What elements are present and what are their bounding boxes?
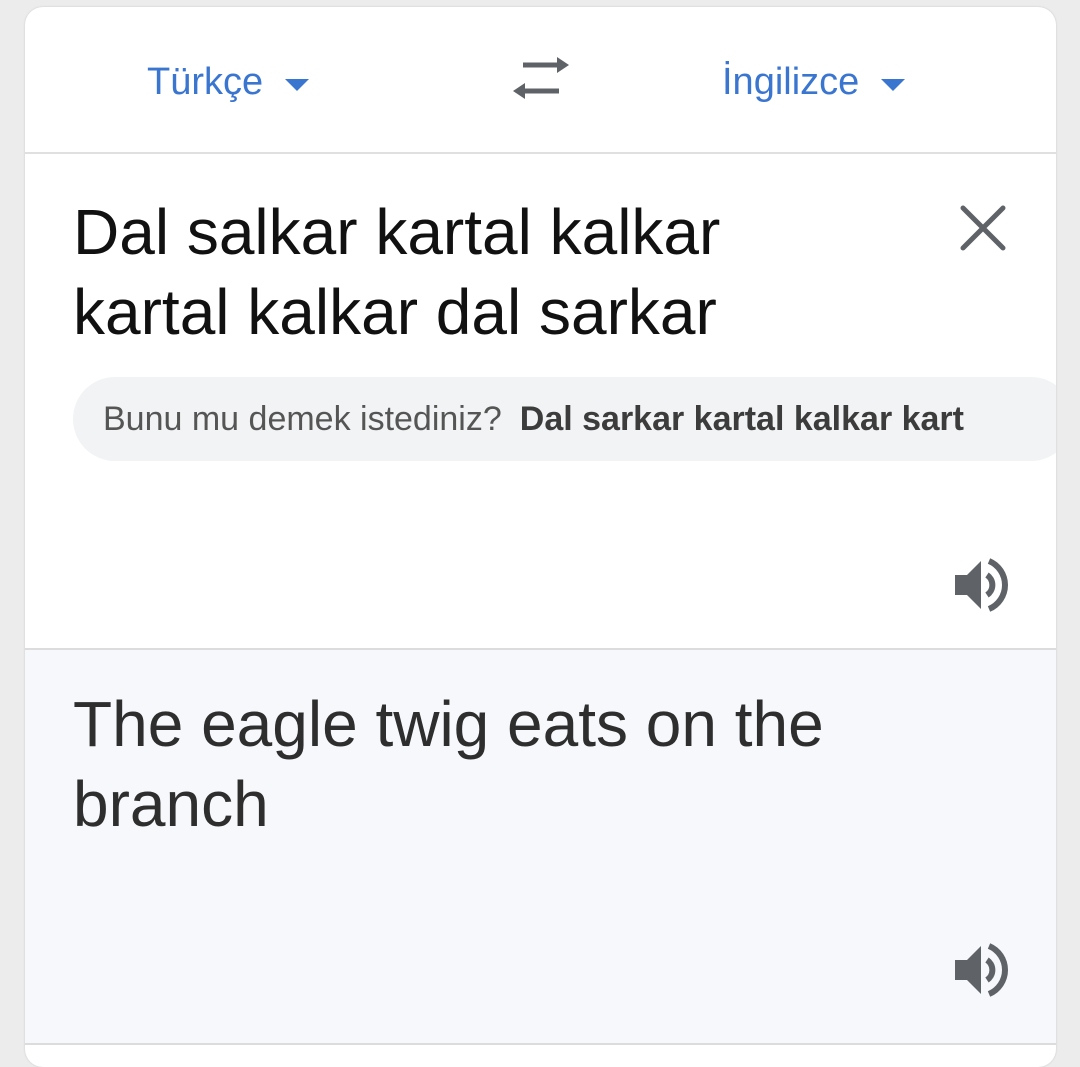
translation-panel: The eagle twig eats on the branch: [25, 650, 1056, 1045]
listen-source-button[interactable]: [953, 557, 1017, 613]
swap-languages-button[interactable]: [509, 55, 573, 105]
listen-translation-button[interactable]: [953, 942, 1017, 998]
suggestion-text: Dal sarkar kartal kalkar kart: [519, 399, 964, 438]
did-you-mean-suggestion[interactable]: Bunu mu demek istediniz? Dal sarkar kart…: [73, 377, 1056, 461]
clear-input-button[interactable]: [957, 202, 1009, 254]
caret-down-icon: [285, 79, 310, 91]
language-bar: Türkçe İngilizce: [25, 7, 1056, 154]
speaker-icon: [955, 558, 1008, 612]
translation-text: The eagle twig eats on the branch: [73, 688, 824, 840]
suggestion-prompt: Bunu mu demek istediniz?: [103, 399, 502, 438]
source-panel: Dal salkar kartal kalkar kartal kalkar d…: [25, 154, 1056, 650]
target-language-selector[interactable]: İngilizce: [722, 57, 906, 107]
caret-down-icon: [881, 79, 906, 91]
speaker-icon: [955, 943, 1008, 997]
target-language-label: İngilizce: [722, 60, 860, 103]
swap-icon: [513, 57, 569, 99]
source-language-selector[interactable]: Türkçe: [147, 57, 310, 107]
source-text-input[interactable]: Dal salkar kartal kalkar kartal kalkar d…: [73, 192, 893, 352]
translate-card: Türkçe İngilizce Dal salkar kartal kalka…: [25, 7, 1056, 1067]
close-icon: [960, 205, 1006, 251]
source-language-label: Türkçe: [147, 60, 264, 103]
